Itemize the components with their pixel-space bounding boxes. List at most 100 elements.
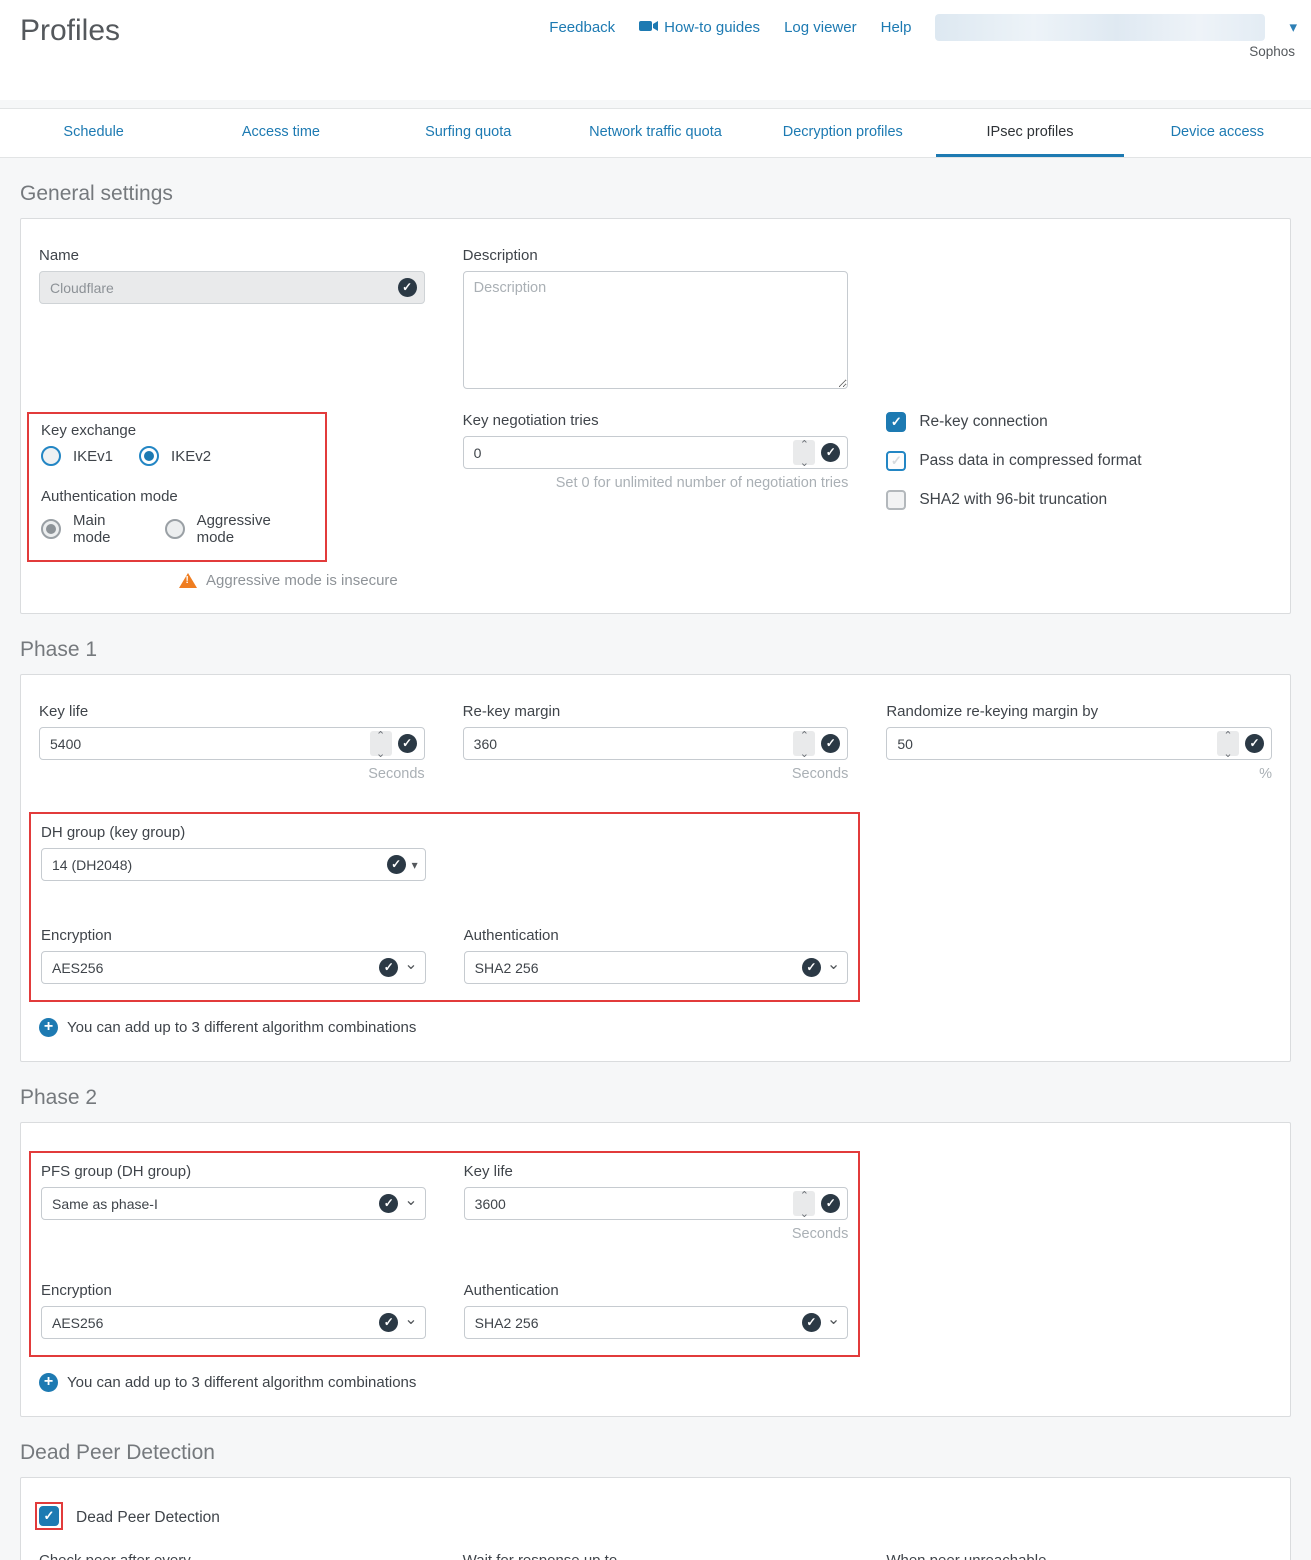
phase1-dh-group: DH group (key group) 14 (DH2048) [41,824,426,881]
general-settings-heading: General settings [20,182,1291,206]
stepper-up-icon[interactable] [1223,726,1232,744]
main-mode-label: Main mode [73,512,139,546]
ikev2-radio[interactable] [139,446,159,466]
auth-mode-label: Authentication mode [41,488,313,505]
number-stepper[interactable] [370,731,392,756]
stepper-down-icon[interactable] [800,453,809,471]
phase1-randomize-label: Randomize re-keying margin by [886,703,1272,720]
number-stepper[interactable] [1217,731,1239,756]
stepper-up-icon[interactable] [800,435,809,453]
ikev1-label: IKEv1 [73,448,113,465]
number-stepper[interactable] [793,1191,815,1216]
account-menu[interactable] [935,14,1265,41]
compressed-format-row: Pass data in compressed format [886,451,1272,471]
phase1-authentication-label: Authentication [464,927,849,944]
valid-check-icon [379,1194,398,1213]
name-value: Cloudflare [50,280,114,296]
phase1-authentication-select[interactable]: SHA2 256 [464,951,849,984]
stepper-up-icon[interactable] [800,726,809,744]
phase1-randomize-group: Randomize re-keying margin by 50 % [886,703,1272,782]
dpd-checkbox[interactable] [39,1506,59,1526]
phase1-key-life-input[interactable]: 5400 [39,727,425,760]
stepper-down-icon[interactable] [376,744,385,762]
phase2-pfs-select[interactable]: Same as phase-I [41,1187,426,1220]
phase2-authentication-select[interactable]: SHA2 256 [464,1306,849,1339]
phase1-randomize-input[interactable]: 50 [886,727,1272,760]
valid-check-icon [802,1313,821,1332]
ikev2-label: IKEv2 [171,448,211,465]
tab-surfing-quota[interactable]: Surfing quota [375,109,562,157]
phase2-key-life-input[interactable]: 3600 [464,1187,849,1220]
stepper-up-icon[interactable] [376,726,385,744]
compressed-format-checkbox[interactable] [886,451,906,471]
log-viewer-link[interactable]: Log viewer [784,19,857,36]
stepper-down-icon[interactable] [800,1204,809,1222]
phase1-rekey-margin-value: 360 [474,736,497,752]
number-stepper[interactable] [793,731,815,756]
dpd-panel: Dead Peer Detection Check peer after eve… [20,1477,1291,1560]
description-textarea[interactable] [463,271,849,389]
phase1-key-life-suffix: Seconds [39,766,425,782]
phase2-row-spacer [886,1151,1272,1357]
tab-decryption-profiles[interactable]: Decryption profiles [749,109,936,157]
phase2-enc-auth-row: Encryption AES256 Authentication SHA2 25… [41,1282,848,1339]
key-exchange-label: Key exchange [41,422,313,439]
howto-guides-link[interactable]: How-to guides [639,19,760,36]
phase1-dh-row: DH group (key group) 14 (DH2048) [41,824,848,881]
stepper-up-icon[interactable] [800,1186,809,1204]
header-links: Feedback How-to guides Log viewer Help [549,14,1297,41]
wait-response-group: Wait for response up to 120 Seconds [463,1552,849,1560]
phase1-encryption-value: AES256 [52,960,103,976]
tab-network-traffic-quota[interactable]: Network traffic quota [562,109,749,157]
stepper-down-icon[interactable] [1223,744,1232,762]
add-combination-icon[interactable] [39,1373,58,1392]
tab-schedule[interactable]: Schedule [0,109,187,157]
stepper-down-icon[interactable] [800,744,809,762]
phase1-key-life-group: Key life 5400 Seconds [39,703,425,782]
dpd-fields-row: Check peer after every 30 Seconds Wait f… [39,1552,1272,1560]
phase2-authentication-group: Authentication SHA2 256 [464,1282,849,1339]
log-viewer-label: Log viewer [784,19,857,36]
phase1-encryption-label: Encryption [41,927,426,944]
sha2-truncation-checkbox[interactable] [886,490,906,510]
valid-check-icon [398,278,417,297]
chevron-down-icon[interactable] [1289,18,1297,37]
key-negotiation-label: Key negotiation tries [463,412,849,429]
key-negotiation-input[interactable]: 0 [463,436,849,469]
dpd-toggle-row: Dead Peer Detection [39,1506,1272,1530]
phase2-key-life-suffix: Seconds [464,1226,849,1242]
phase2-authentication-value: SHA2 256 [475,1315,539,1331]
feedback-label: Feedback [549,19,615,36]
phase1-rekey-margin-input[interactable]: 360 [463,727,849,760]
tab-access-time[interactable]: Access time [187,109,374,157]
dpd-heading: Dead Peer Detection [20,1441,1291,1465]
chevron-down-icon [404,1202,417,1206]
compressed-format-label: Pass data in compressed format [919,452,1141,470]
tab-device-access[interactable]: Device access [1124,109,1311,157]
feedback-link[interactable]: Feedback [549,19,615,36]
peer-unreachable-label: When peer unreachable [886,1552,1272,1560]
phase1-encryption-group: Encryption AES256 [41,927,426,984]
phase2-encryption-select[interactable]: AES256 [41,1306,426,1339]
phase2-authentication-label: Authentication [464,1282,849,1299]
general-checkbox-column: Re-key connection Pass data in compresse… [886,412,1272,589]
dpd-annotation-box [35,1502,63,1530]
ikev1-radio[interactable] [41,446,61,466]
valid-check-icon [379,958,398,977]
add-combination-icon[interactable] [39,1018,58,1037]
profile-tabs: Schedule Access time Surfing quota Netwo… [0,108,1311,158]
tab-ipsec-profiles[interactable]: IPsec profiles [936,109,1123,157]
phase2-encryption-label: Encryption [41,1282,426,1299]
help-link[interactable]: Help [881,19,912,36]
phase2-key-life-group: Key life 3600 Seconds [464,1163,849,1242]
rekey-connection-checkbox[interactable] [886,412,906,432]
main-mode-radio [41,519,61,539]
phase2-pfs-row: PFS group (DH group) Same as phase-I Key… [41,1163,848,1242]
phase2-encryption-value: AES256 [52,1315,103,1331]
phase1-dh-group-select[interactable]: 14 (DH2048) [41,848,426,881]
phase1-key-life-label: Key life [39,703,425,720]
brand-label: Sophos [1249,44,1295,59]
phase1-encryption-select[interactable]: AES256 [41,951,426,984]
description-field-group: Description [463,247,849,394]
number-stepper[interactable] [793,440,815,465]
